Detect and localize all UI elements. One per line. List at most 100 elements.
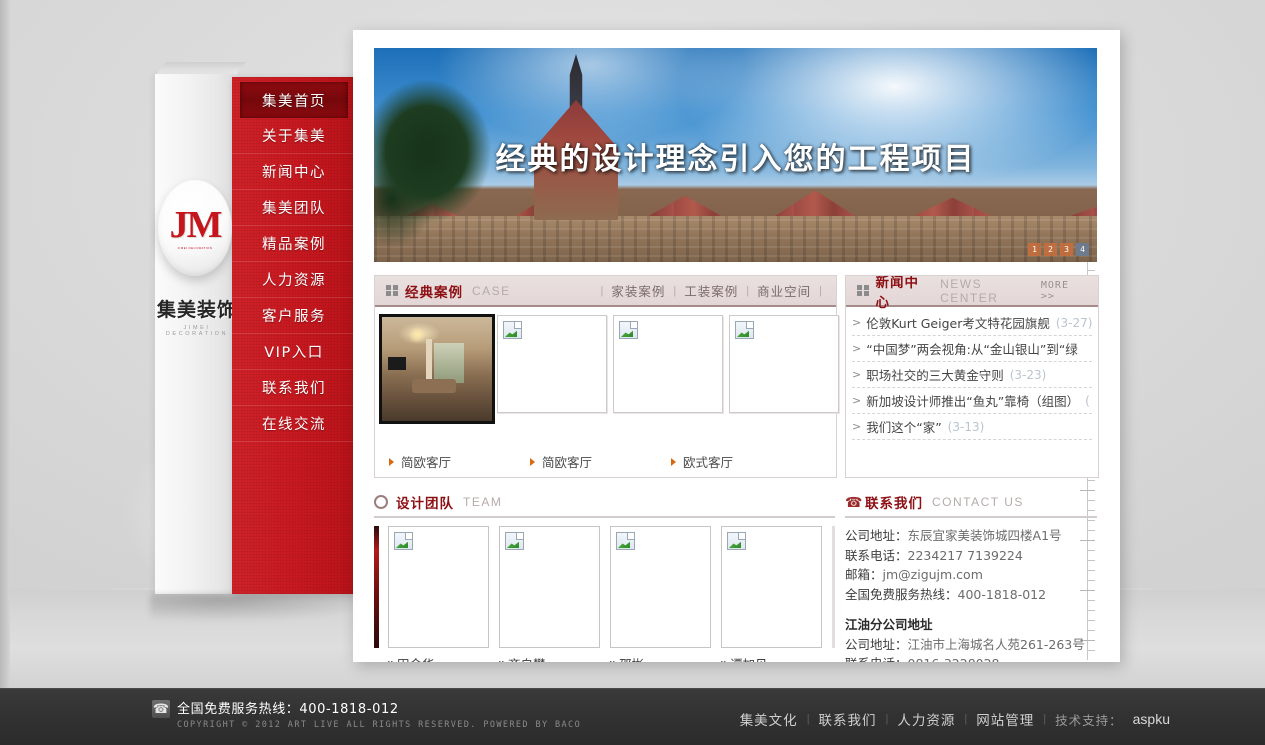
case-item[interactable]: [497, 315, 607, 413]
contact-value: 0816-3228028: [908, 656, 1000, 662]
footer-copyright: COPYRIGHT © 2012 ART LIVE ALL RIGHTS RES…: [177, 720, 582, 730]
banner-page-2[interactable]: 2: [1044, 243, 1057, 256]
news-date: (3-23): [1009, 367, 1047, 382]
footer-hotline-block: ☎ 全国免费服务热线：400-1818-012 COPYRIGHT © 2012…: [152, 698, 581, 730]
news-list: > 伦敦Kurt Geiger考文特花园旗舰 (3-27) > “中国梦”两会视角:从“…: [846, 307, 1098, 440]
nav-item-10[interactable]: 在线交流: [232, 406, 356, 442]
team-member-name: 齐自攀: [508, 654, 546, 662]
branch-title: 江油分公司地址: [845, 617, 933, 632]
chevron-right-icon: >: [852, 368, 862, 381]
double-arrow-icon: ▸▸: [721, 658, 729, 662]
case-body: 简欧客厅 简欧客厅 欧式客厅: [375, 307, 839, 477]
nav-item-label: 客户服务: [262, 309, 326, 325]
team-member-name-row[interactable]: ▸▸邵彬: [610, 654, 711, 662]
footer-link-2[interactable]: 联系我们: [819, 709, 877, 729]
news-date: (3-27): [1055, 315, 1093, 330]
news-list-item[interactable]: > 伦敦Kurt Geiger考文特花园旗舰 (3-27): [852, 310, 1092, 336]
news-list-item[interactable]: > “中国梦”两会视角:从“金山银山”到“绿: [852, 336, 1092, 362]
case-thumbnail[interactable]: [497, 315, 607, 413]
branch-contact-line: 联系电话：0816-3228028: [845, 654, 1097, 662]
case-thumbnail[interactable]: [379, 314, 495, 424]
case-thumbnail[interactable]: [729, 315, 839, 413]
nav-item-label: 集美团队: [262, 201, 326, 217]
contact-value: jm@zigujm.com: [882, 567, 983, 582]
broken-image-icon: [727, 532, 746, 550]
news-list-item[interactable]: > 职场社交的三大黄金守则 (3-23): [852, 362, 1092, 388]
case-title-en: CASE: [472, 283, 511, 298]
case-tab-工装案例[interactable]: 工装案例: [684, 281, 738, 300]
contact-title-en: CONTACT US: [932, 495, 1024, 509]
footer-link-4[interactable]: 网站管理: [976, 709, 1034, 729]
hero-banner[interactable]: 经典的设计理念引入您的工程项目 1234: [374, 48, 1097, 262]
nav-item-7[interactable]: 客户服务: [232, 298, 356, 334]
team-title-cn: 设计团队: [396, 496, 454, 512]
nav-item-3[interactable]: 新闻中心: [232, 154, 356, 190]
case-item[interactable]: [379, 314, 495, 424]
double-arrow-icon: ▸▸: [388, 658, 396, 662]
case-item-label[interactable]: 欧式客厅: [671, 452, 812, 471]
case-label-text: 简欧客厅: [542, 455, 593, 470]
news-title: 伦敦Kurt Geiger考文特花园旗舰: [866, 316, 1050, 331]
broken-image-icon: [616, 532, 635, 550]
team-member-name-row[interactable]: ▸▸齐自攀: [499, 654, 600, 662]
triangle-bullet-icon: [530, 457, 535, 466]
footer-link-1[interactable]: 集美文化: [740, 709, 798, 729]
grid-squares-icon: [386, 285, 398, 296]
contact-section-header: ☎ 联系我们 CONTACT US: [845, 488, 1097, 518]
team-member-card[interactable]: ▸▸邵彬: [610, 526, 711, 662]
contact-value: 2234217 7139224: [907, 547, 1023, 563]
case-title-cn: 经典案例: [405, 284, 463, 301]
case-thumbnail[interactable]: [613, 315, 723, 413]
team-member-card[interactable]: ▸▸田金华: [388, 526, 489, 662]
chevron-right-icon: >: [852, 316, 862, 329]
broken-image-icon: [503, 321, 522, 339]
banner-page-4[interactable]: 4: [1076, 243, 1089, 256]
nav-item-1[interactable]: 集美首页: [240, 82, 348, 118]
tab-separator: |: [673, 284, 677, 297]
news-list-item[interactable]: > 我们这个“家” (3-13): [852, 414, 1092, 440]
banner-page-3[interactable]: 3: [1060, 243, 1073, 256]
team-member-name-row[interactable]: ▸▸田金华: [388, 654, 489, 662]
content-panel: 经典的设计理念引入您的工程项目 1234 经典案例 CASE | 家装案例 | 工装案…: [353, 30, 1120, 662]
team-member-name: 田金华: [397, 654, 435, 662]
contact-line: 全国免费服务热线：400-1818-012: [845, 585, 1097, 605]
case-tab-家装案例[interactable]: 家装案例: [611, 281, 665, 300]
team-member-card[interactable]: ▸▸谭加见: [721, 526, 822, 662]
nav-item-6[interactable]: 人力资源: [232, 262, 356, 298]
chevron-right-icon: >: [852, 420, 862, 433]
team-title-en: TEAM: [463, 495, 503, 509]
banner-pagination[interactable]: 1234: [1028, 243, 1089, 256]
nav-item-label: VIP入口: [264, 345, 324, 361]
case-item-label[interactable]: 简欧客厅: [530, 452, 671, 471]
footer-support-brand[interactable]: aspku: [1133, 711, 1170, 727]
logo-disc[interactable]: JM JIMEI DECORATION: [158, 180, 232, 276]
case-section-header: 经典案例 CASE | 家装案例 | 工装案例 | 商业空间 |: [375, 276, 836, 307]
nav-item-8[interactable]: VIP入口: [232, 334, 356, 370]
banner-page-1[interactable]: 1: [1028, 243, 1041, 256]
team-member-photo[interactable]: [388, 526, 489, 648]
nav-item-2[interactable]: 关于集美: [232, 118, 356, 154]
case-tab-商业空间[interactable]: 商业空间: [757, 281, 811, 300]
footer-links[interactable]: 集美文化 | 联系我们 | 人力资源 | 网站管理 | 技术支持： aspku: [740, 709, 1170, 729]
nav-item-label: 精品案例: [262, 237, 326, 253]
news-more-link[interactable]: MORE >>: [1041, 280, 1098, 302]
contact-label: 联系电话：: [845, 656, 908, 662]
team-member-photo[interactable]: [721, 526, 822, 648]
case-tabs[interactable]: | 家装案例 | 工装案例 | 商业空间 |: [593, 281, 836, 300]
nav-item-5[interactable]: 精品案例: [232, 226, 356, 262]
team-member-name-row[interactable]: ▸▸谭加见: [721, 654, 822, 662]
case-item[interactable]: [729, 315, 839, 413]
nav-item-9[interactable]: 联系我们: [232, 370, 356, 406]
footer-link-3[interactable]: 人力资源: [897, 709, 955, 729]
team-member-photo[interactable]: [499, 526, 600, 648]
team-member-card[interactable]: ▸▸齐自攀: [499, 526, 600, 662]
branch-contact-line: 公司地址：江油市上海城名人苑261-263号: [845, 635, 1097, 655]
logo-mark: JM: [169, 204, 223, 246]
news-list-item[interactable]: > 新加坡设计师推出“鱼丸”靠椅（组图） (: [852, 388, 1092, 414]
case-item[interactable]: [613, 315, 723, 413]
nav-item-4[interactable]: 集美团队: [232, 190, 356, 226]
case-item-label[interactable]: 简欧客厅: [389, 452, 530, 471]
footer-separator: |: [1043, 713, 1047, 725]
team-member-photo[interactable]: [610, 526, 711, 648]
double-arrow-icon: ▸▸: [499, 658, 507, 662]
